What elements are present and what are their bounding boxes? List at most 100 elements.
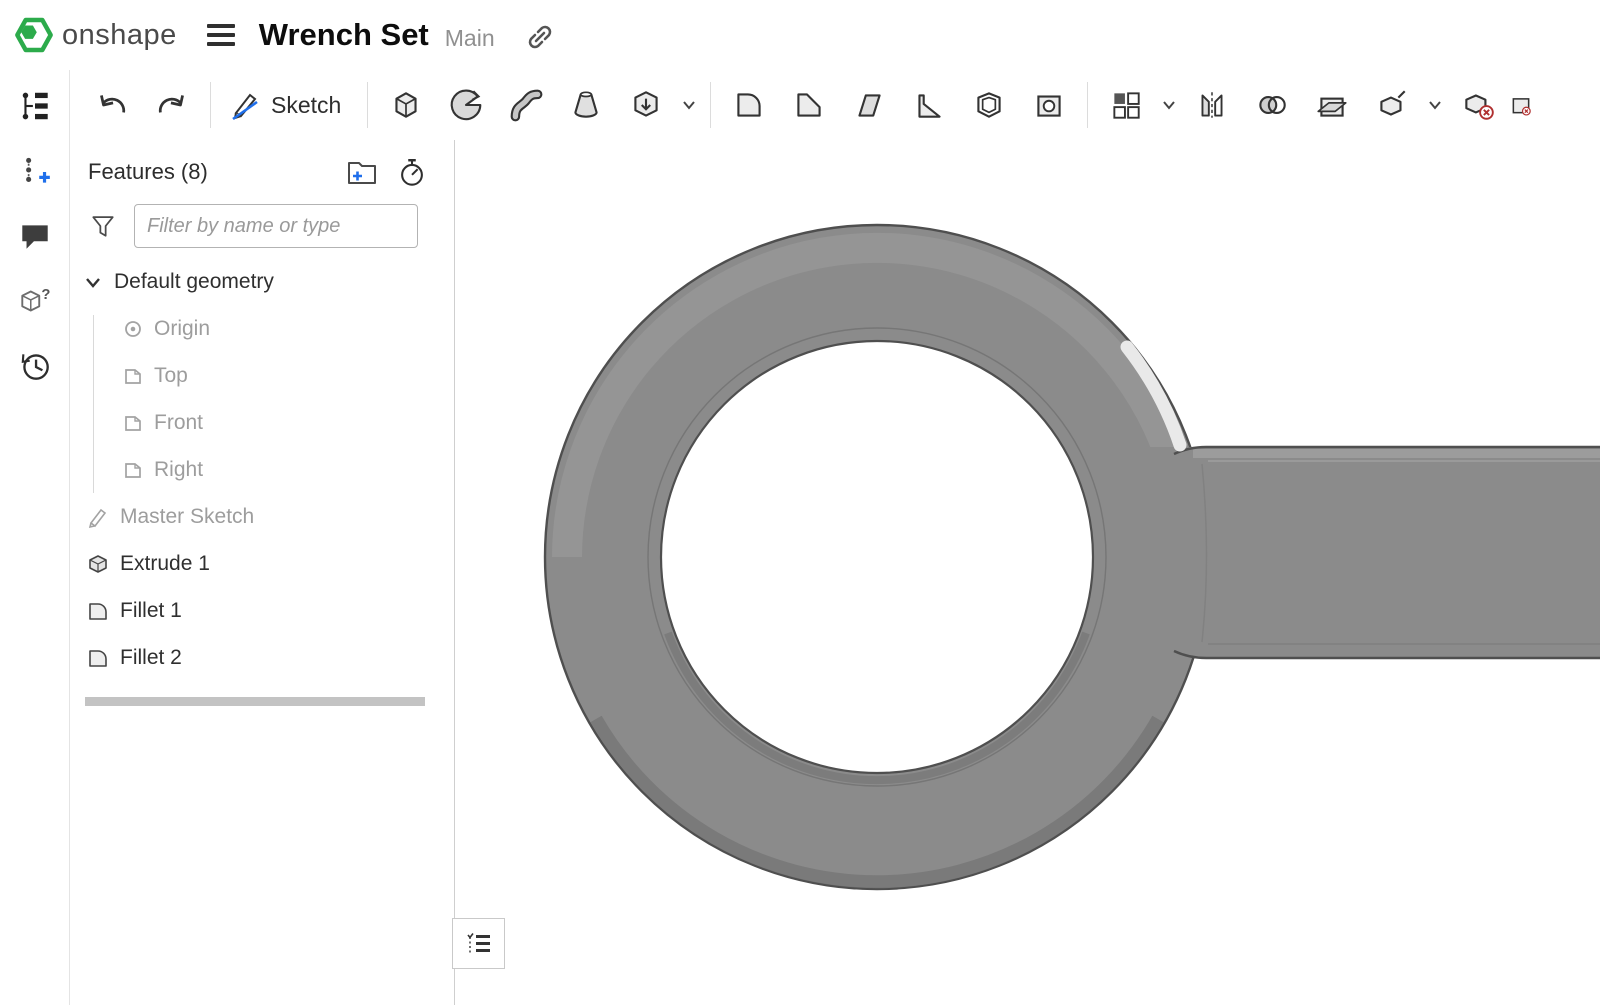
toolbar-divider <box>210 82 211 128</box>
plane-icon <box>122 459 144 481</box>
chamfer-button[interactable] <box>779 77 839 133</box>
thicken-button[interactable] <box>616 77 676 133</box>
filter-funnel-icon[interactable] <box>88 211 118 241</box>
sweep-button[interactable] <box>496 77 556 133</box>
thicken-dropdown[interactable] <box>676 77 702 133</box>
sketch-button[interactable]: Sketch <box>219 77 359 133</box>
comments-rail-button[interactable] <box>13 216 57 256</box>
hole-button[interactable] <box>1019 77 1079 133</box>
extrude-button[interactable] <box>376 77 436 133</box>
feature-label: Right <box>154 458 203 482</box>
history-rail-button[interactable] <box>13 346 57 386</box>
feature-label: Origin <box>154 317 210 341</box>
part-help-rail-button[interactable]: ? <box>13 281 57 321</box>
graphics-viewport[interactable] <box>456 140 1600 1005</box>
chevron-down-icon <box>680 96 698 114</box>
extrude-icon <box>388 87 424 123</box>
boolean-button[interactable] <box>1242 77 1302 133</box>
wrench-handle <box>1116 447 1600 658</box>
transform-icon <box>1374 87 1410 123</box>
fillet-feature-icon <box>86 599 110 623</box>
tree-item-extrude-1[interactable]: Extrude 1 <box>70 540 454 587</box>
fillet-button[interactable] <box>719 77 779 133</box>
linear-pattern-icon <box>1108 87 1144 123</box>
shell-button[interactable] <box>959 77 1019 133</box>
extrude-feature-icon <box>86 552 110 576</box>
workspace-name[interactable]: Main <box>445 25 495 52</box>
chevron-down-icon[interactable] <box>82 271 104 293</box>
chevron-down-icon <box>1160 96 1178 114</box>
create-folder-button[interactable] <box>344 156 380 188</box>
tree-item-top-plane[interactable]: Top <box>70 352 454 399</box>
feature-label: Front <box>154 411 203 435</box>
toolbar-divider <box>710 82 711 128</box>
transform-dropdown[interactable] <box>1422 77 1448 133</box>
hamburger-menu-icon[interactable] <box>207 20 239 50</box>
split-icon <box>1314 87 1350 123</box>
hole-icon <box>1031 87 1067 123</box>
fillet-feature-icon <box>86 646 110 670</box>
horizontal-scrollbar[interactable] <box>85 697 425 706</box>
wrench-model <box>456 140 1600 1005</box>
onshape-logo <box>14 15 54 55</box>
configurations-icon <box>17 153 53 189</box>
tree-group-default-geometry[interactable]: Default geometry <box>70 258 454 305</box>
feature-list-toggle-icon <box>464 929 494 959</box>
plane-icon <box>122 412 144 434</box>
chevron-down-icon <box>1426 96 1444 114</box>
boolean-icon <box>1254 87 1290 123</box>
plane-icon <box>122 365 144 387</box>
feature-toolbar: Sketch <box>70 70 1600 140</box>
app-name: onshape <box>62 19 177 52</box>
clipped-toolbar-button[interactable] <box>1508 77 1534 133</box>
handle-top-shading <box>1193 449 1600 458</box>
delete-part-icon <box>1460 87 1496 123</box>
mirror-button[interactable] <box>1182 77 1242 133</box>
undo-button[interactable] <box>82 77 142 133</box>
wrench-hole <box>661 341 1093 773</box>
loft-button[interactable] <box>556 77 616 133</box>
share-link-icon[interactable] <box>523 20 557 54</box>
linear-pattern-button[interactable] <box>1096 77 1156 133</box>
split-button[interactable] <box>1302 77 1362 133</box>
tree-item-origin[interactable]: Origin <box>70 305 454 352</box>
tree-item-fillet-2[interactable]: Fillet 2 <box>70 634 454 681</box>
rib-button[interactable] <box>899 77 959 133</box>
transform-button[interactable] <box>1362 77 1422 133</box>
configurations-rail-button[interactable] <box>13 151 57 191</box>
topbar: onshape Wrench Set Main <box>0 0 1600 70</box>
tree-item-master-sketch[interactable]: Master Sketch <box>70 493 454 540</box>
feature-filter-input[interactable] <box>134 204 418 248</box>
stopwatch-button[interactable] <box>394 156 430 188</box>
chamfer-icon <box>791 87 827 123</box>
pattern-dropdown[interactable] <box>1156 77 1182 133</box>
tree-item-right-plane[interactable]: Right <box>70 446 454 493</box>
stopwatch-icon <box>396 156 428 188</box>
thicken-icon <box>628 87 664 123</box>
tree-item-front-plane[interactable]: Front <box>70 399 454 446</box>
create-folder-icon <box>345 157 379 187</box>
clipped-toolbar-icon <box>1508 87 1534 123</box>
feature-list-rail-button[interactable] <box>13 86 57 126</box>
history-icon <box>17 348 53 384</box>
filter-row <box>70 204 454 248</box>
feature-list-icon <box>17 88 53 124</box>
features-panel-title: Features (8) <box>88 159 330 185</box>
feature-label: Master Sketch <box>120 505 254 529</box>
fillet-icon <box>731 87 767 123</box>
draft-button[interactable] <box>839 77 899 133</box>
revolve-button[interactable] <box>436 77 496 133</box>
toolbar-divider <box>367 82 368 128</box>
comments-icon <box>17 218 53 254</box>
redo-button[interactable] <box>142 77 202 133</box>
sketch-feature-icon <box>86 505 110 529</box>
features-panel-header: Features (8) <box>70 140 454 188</box>
features-panel: Features (8) Default g <box>70 140 455 1005</box>
delete-part-button[interactable] <box>1448 77 1508 133</box>
rib-icon <box>911 87 947 123</box>
feature-label: Fillet 2 <box>120 646 182 670</box>
sweep-icon <box>508 87 544 123</box>
shell-icon <box>971 87 1007 123</box>
tree-item-fillet-1[interactable]: Fillet 1 <box>70 587 454 634</box>
feature-list-toggle-button[interactable] <box>452 918 505 969</box>
